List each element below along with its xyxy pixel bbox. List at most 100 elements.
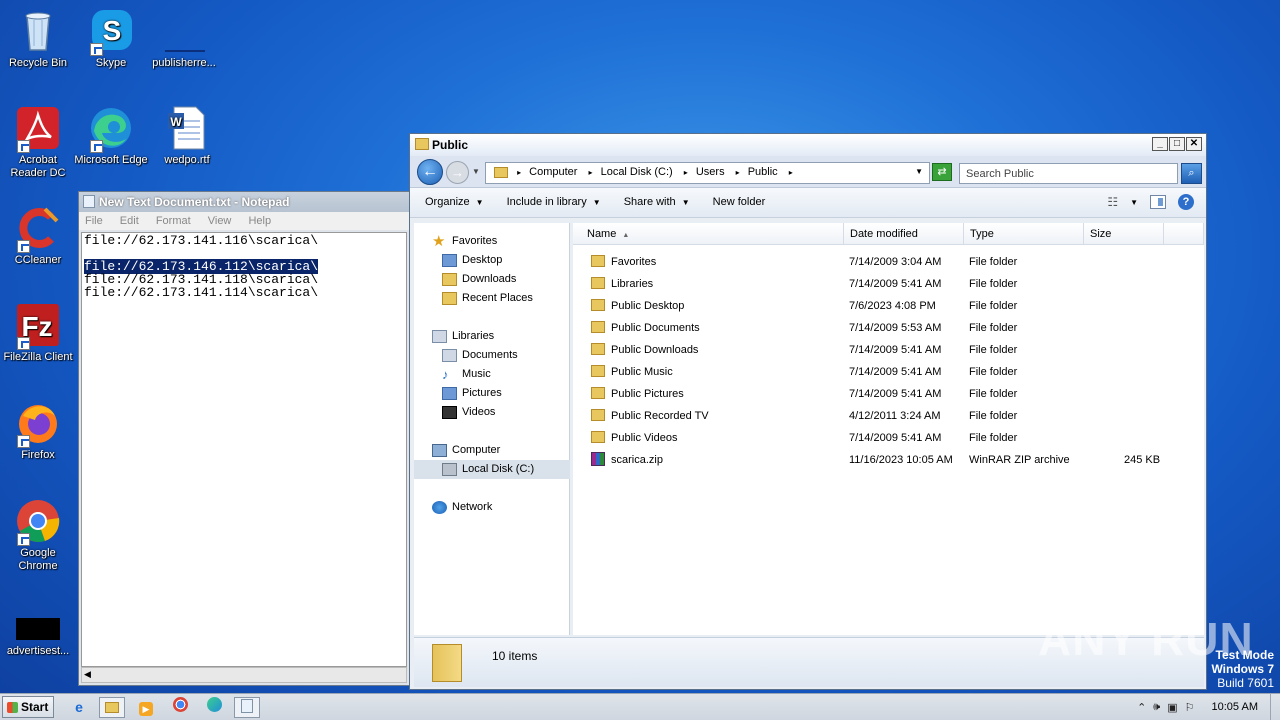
breadcrumb-computer[interactable]: Computer [529, 166, 577, 178]
file-row[interactable]: Favorites 7/14/2009 3:04 AM File folder [573, 251, 1204, 273]
file-row[interactable]: Public Videos 7/14/2009 5:41 AM File folde… [573, 427, 1204, 449]
file-row[interactable]: Public Recorded TV 4/12/2011 3:24 AM File … [573, 405, 1204, 427]
address-bar[interactable]: ▸ Computer ▸ Local Disk (C:) ▸ Users ▸ P… [485, 162, 930, 184]
address-dropdown-icon[interactable]: ▼ [915, 167, 923, 176]
desktop-icon-recycle-bin[interactable]: Recycle Bin [0, 8, 76, 70]
notepad-text-area[interactable]: file://62.173.141.116\scarica\​file://62… [81, 232, 407, 667]
new-folder-button[interactable]: New folder [713, 196, 766, 208]
file-name: Public Music [611, 366, 673, 378]
edge-icon[interactable] [201, 697, 227, 718]
desktop-icon-firefox[interactable]: Firefox [0, 400, 76, 462]
column-label: Type [970, 228, 994, 240]
desktop-icon-publisher[interactable]: publisherre... [146, 8, 222, 70]
menu-format[interactable]: Format [156, 215, 191, 227]
volume-icon[interactable]: 🕪 [1153, 701, 1160, 714]
desktop-icon-acrobat[interactable]: Acrobat Reader DC [0, 105, 76, 180]
preview-pane-icon[interactable] [1150, 195, 1166, 209]
network-icon[interactable]: ▣ [1167, 701, 1177, 714]
column-header-name[interactable]: Name ▲ [573, 223, 844, 245]
desktop-icon-filezilla[interactable]: Fz FileZilla Client [0, 302, 76, 364]
search-icon[interactable]: ⌕ [1181, 163, 1202, 184]
edge-icon [88, 105, 134, 153]
view-dropdown-icon[interactable]: ▼ [1130, 198, 1138, 207]
desktop-icon-wedpo[interactable]: W wedpo.rtf [149, 105, 225, 167]
clock[interactable]: 10:05 AM [1212, 701, 1258, 713]
close-button[interactable]: ✕ [1186, 137, 1202, 151]
nav-videos[interactable]: Videos [442, 403, 495, 421]
desktop-icon-edge[interactable]: Microsoft Edge [73, 105, 149, 167]
nav-libraries[interactable]: Libraries [432, 327, 494, 345]
breadcrumb-local-disk[interactable]: Local Disk (C:) [601, 166, 673, 178]
folder-icon [432, 644, 462, 682]
nav-favorites[interactable]: ★ Favorites [432, 232, 497, 250]
column-header-date[interactable]: Date modified [844, 223, 964, 245]
nav-computer[interactable]: Computer [432, 441, 500, 459]
forward-button[interactable]: → [446, 161, 469, 184]
change-view-icon[interactable]: ☷ [1107, 195, 1118, 209]
explorer-window[interactable]: Public _ □ ✕ ← → ▼ ▸ Computer ▸ Local Di… [409, 133, 1207, 690]
desktop-icon-label: Microsoft Edge [74, 154, 148, 166]
internet-explorer-icon[interactable]: e [66, 697, 92, 718]
explorer-title-bar[interactable]: Public _ □ ✕ [410, 134, 1206, 156]
notepad-taskbar-icon[interactable] [234, 697, 260, 718]
notepad-title-bar[interactable]: New Text Document.txt - Notepad [79, 192, 409, 212]
show-hidden-icons-icon[interactable]: ⌃ [1137, 701, 1146, 714]
explorer-taskbar-icon[interactable] [99, 697, 125, 718]
include-in-library-button[interactable]: Include in library ▼ [507, 196, 601, 208]
explorer-title: Public [432, 138, 469, 152]
start-button[interactable]: Start [2, 696, 54, 718]
recent-pages-chevron-icon[interactable]: ▼ [472, 167, 480, 176]
menu-help[interactable]: Help [248, 215, 271, 227]
column-header-extra[interactable] [1164, 223, 1204, 245]
menu-view[interactable]: View [208, 215, 232, 227]
file-row[interactable]: Public Downloads 7/14/2009 5:41 AM File fo… [573, 339, 1204, 361]
breadcrumb-public[interactable]: Public [748, 166, 778, 178]
back-button[interactable]: ← [417, 159, 443, 185]
horizontal-scrollbar[interactable]: ◀ [81, 667, 407, 683]
media-player-icon[interactable]: ▶ [133, 697, 159, 718]
filezilla-icon: Fz [15, 302, 61, 350]
search-input[interactable]: Search Public [959, 163, 1178, 184]
column-header-size[interactable]: Size [1084, 223, 1164, 245]
notepad-window[interactable]: New Text Document.txt - Notepad File Edi… [78, 191, 410, 686]
help-icon[interactable]: ? [1178, 194, 1194, 210]
show-desktop-button[interactable] [1270, 694, 1280, 720]
nav-downloads[interactable]: Downloads [442, 270, 516, 288]
file-row[interactable]: Public Music 7/14/2009 5:41 AM File folder [573, 361, 1204, 383]
folder-icon [591, 409, 605, 422]
minimize-button[interactable]: _ [1152, 137, 1168, 151]
share-with-button[interactable]: Share with ▼ [624, 196, 690, 208]
share-label: Share with [623, 196, 676, 208]
desktop-icon-chrome[interactable]: Google Chrome [0, 498, 76, 573]
action-center-flag-icon[interactable]: ⚐ [1185, 701, 1195, 714]
menu-file[interactable]: File [85, 215, 103, 227]
svg-text:W: W [170, 115, 182, 129]
nav-pictures[interactable]: Pictures [442, 384, 502, 402]
file-row[interactable]: scarica.zip 11/16/2023 10:05 AM WinRAR ZIP… [573, 449, 1204, 471]
file-list: Name ▲ Date modified Type Size Favorites 7… [573, 223, 1204, 635]
desktop-icon-advertisest[interactable]: advertisest... [0, 608, 76, 658]
maximize-button[interactable]: □ [1169, 137, 1185, 151]
column-header-type[interactable]: Type [964, 223, 1084, 245]
file-row[interactable]: Public Pictures 7/14/2009 5:41 AM File fol… [573, 383, 1204, 405]
desktop-icon-ccleaner[interactable]: CCleaner [0, 205, 76, 267]
organize-button[interactable]: Organize ▼ [425, 196, 484, 208]
file-row[interactable]: Public Desktop 7/6/2023 4:08 PM File folde… [573, 295, 1204, 317]
file-row[interactable]: Public Documents 7/14/2009 5:53 AM File fo… [573, 317, 1204, 339]
nav-network[interactable]: Network [432, 498, 492, 516]
recycle-bin-icon [15, 8, 61, 54]
menu-edit[interactable]: Edit [120, 215, 139, 227]
nav-desktop[interactable]: Desktop [442, 251, 502, 269]
breadcrumb-users[interactable]: Users [696, 166, 725, 178]
file-date: 7/14/2009 5:53 AM [849, 322, 942, 334]
nav-local-disk[interactable]: Local Disk (C:) [442, 460, 534, 478]
nav-music[interactable]: ♪ Music [442, 365, 491, 383]
refresh-button[interactable]: ⇄ [932, 163, 952, 181]
desktop-icon-skype[interactable]: S Skype [73, 8, 149, 70]
file-row[interactable]: Libraries 7/14/2009 5:41 AM File folder [573, 273, 1204, 295]
chrome-icon[interactable] [167, 697, 193, 718]
desktop-icon-label: publisherre... [152, 57, 216, 69]
scroll-left-arrow-icon[interactable]: ◀ [84, 669, 91, 680]
nav-documents[interactable]: Documents [442, 346, 518, 364]
nav-recent-places[interactable]: Recent Places [442, 289, 533, 307]
